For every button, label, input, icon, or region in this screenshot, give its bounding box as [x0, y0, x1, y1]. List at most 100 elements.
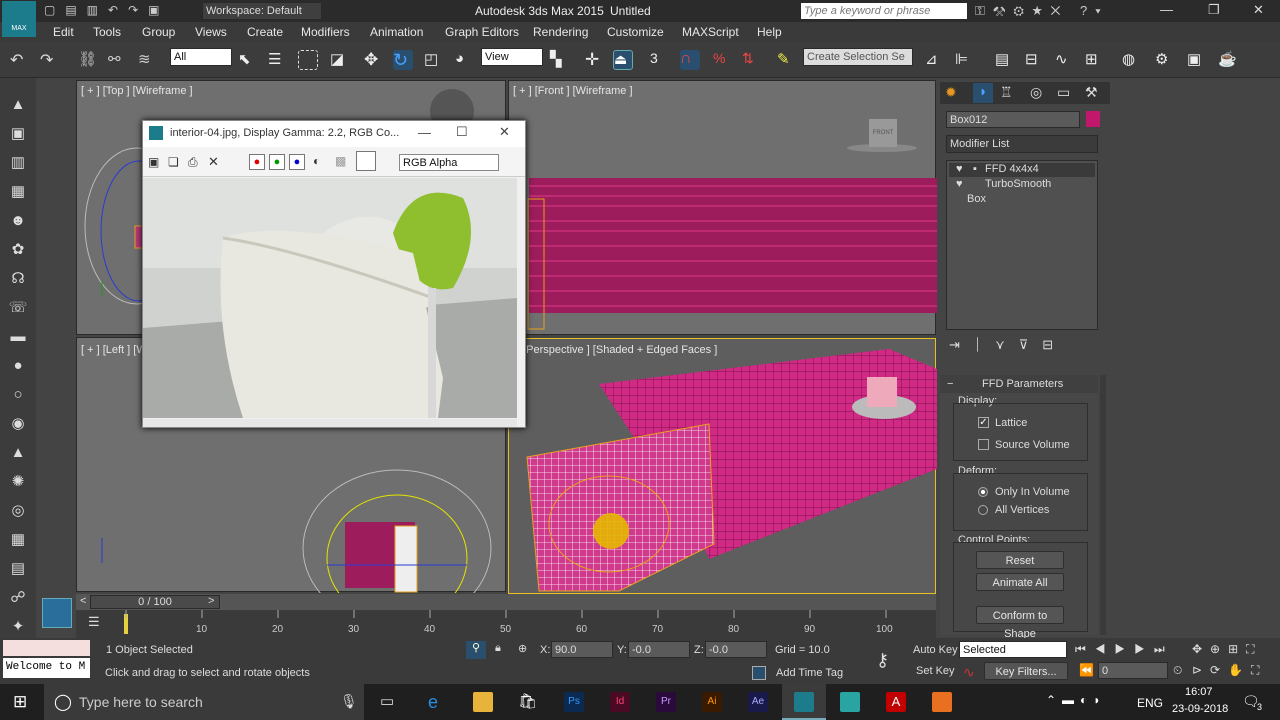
select-manipulate-icon[interactable]: ✛ — [585, 50, 605, 70]
select-by-name-icon[interactable]: ☰ — [268, 50, 288, 70]
menu-maxscript[interactable]: MAXScript — [682, 25, 739, 39]
modifier-stack[interactable]: ♥ ▪ FFD 4x4x4 ♥ TurboSmooth Box — [946, 160, 1098, 330]
lightbulb-icon[interactable]: ♥ — [956, 163, 963, 175]
key-icon[interactable]: ⚷ — [876, 650, 889, 671]
menu-group[interactable]: Group — [142, 25, 175, 39]
maxscript-listener[interactable]: Welcome to M — [3, 658, 90, 678]
spinner-snap-icon[interactable]: ⇅ — [742, 50, 762, 70]
print-icon[interactable]: ⎙ — [188, 155, 198, 170]
menu-views[interactable]: Views — [195, 25, 227, 39]
infocenter-icons[interactable]: ⚿⚒⚙★✕ ?▾ — [975, 3, 1109, 19]
window-crossing-icon[interactable]: ◪ — [330, 50, 350, 70]
bind-spacewarp-icon[interactable]: ≋ — [138, 50, 158, 70]
stack-control-icons[interactable]: ⇥⏐⋎⊽⊟ — [949, 337, 1099, 353]
menu-create[interactable]: Create — [247, 25, 283, 39]
save-image-icon[interactable]: ▣ — [148, 155, 159, 169]
clear-icon[interactable]: ✕ — [208, 154, 219, 170]
source-volume-checkbox[interactable] — [978, 439, 989, 450]
image-viewer-window[interactable]: interior-04.jpg, Display Gamma: 2.2, RGB… — [142, 120, 526, 428]
menu-edit[interactable]: Edit — [53, 25, 74, 39]
isolate-icon[interactable]: ⚲ — [466, 641, 486, 659]
z-coordinate-field[interactable]: -0.0 — [705, 641, 767, 658]
viewcube[interactable]: FRONT — [869, 119, 897, 147]
clone-icon[interactable]: ❏ — [168, 155, 179, 169]
absolute-mode-icon[interactable]: ⊕ — [518, 642, 527, 655]
time-slider[interactable]: < 0 / 100 > — [76, 594, 936, 610]
hierarchy-tab-icon[interactable]: ♖ — [1000, 84, 1013, 101]
viewport-front[interactable]: [ + ] [Front ] [Wireframe ] FRONT — [508, 80, 937, 335]
scene-explorer-icon[interactable]: ⊟ — [1025, 50, 1045, 70]
motion-tab-icon[interactable]: ◎ — [1030, 84, 1042, 101]
menu-customize[interactable]: Customize — [607, 25, 664, 39]
modify-tab-icon[interactable]: ◗ — [973, 83, 993, 103]
reset-button[interactable]: Reset — [976, 551, 1064, 569]
slider-prev-icon[interactable]: < — [80, 595, 86, 607]
object-name-field[interactable]: Box012 — [946, 111, 1080, 128]
utilities-tab-icon[interactable]: ⚒ — [1085, 84, 1098, 101]
command-panel-tabs[interactable]: ✹ ◗ ♖ ◎ ▭ ⚒ — [940, 82, 1110, 104]
clock-time[interactable]: 16:07 — [1185, 686, 1213, 698]
windows-start-icon[interactable]: ⊞ — [13, 692, 33, 712]
alpha-icon[interactable]: ◐ — [313, 154, 320, 168]
system-tray-icons[interactable]: ⌃▬◐◗ — [1046, 693, 1107, 707]
x-coordinate-field[interactable]: 90.0 — [551, 641, 613, 658]
material-editor-icon[interactable]: ◍ — [1122, 50, 1142, 70]
create-tab-icon[interactable]: ✹ — [945, 84, 957, 101]
current-frame-field[interactable]: 0 — [1098, 662, 1168, 679]
align-icon[interactable]: ⊫ — [955, 50, 975, 70]
3dsmax-icon[interactable] — [794, 692, 814, 712]
redo-icon[interactable]: ↷ — [40, 50, 60, 70]
animate-all-button[interactable]: Animate All — [976, 573, 1064, 591]
edge-icon[interactable]: e — [428, 692, 448, 712]
menu-graph-editors[interactable]: Graph Editors — [445, 25, 519, 39]
file-explorer-icon[interactable] — [473, 692, 493, 712]
collapse-icon[interactable]: − — [947, 378, 953, 390]
restore-button[interactable]: ❐ — [1208, 2, 1220, 18]
display-tab-icon[interactable]: ▭ — [1057, 84, 1070, 101]
image-close-button[interactable]: ✕ — [499, 124, 510, 140]
key-filters-button[interactable]: Key Filters... — [984, 662, 1068, 680]
modifier-list-dropdown[interactable]: Modifier List — [946, 135, 1098, 153]
menu-animation[interactable]: Animation — [370, 25, 423, 39]
angle-snap-icon[interactable]: ∩ — [680, 50, 700, 70]
lock-icon[interactable]: 🔒︎ — [495, 642, 501, 655]
track-bar-menu-icon[interactable]: ☰ — [88, 614, 100, 630]
keyboard-shortcut-icon[interactable]: ⏏ — [613, 50, 633, 70]
store-icon[interactable]: 🛍︎ — [518, 692, 538, 712]
microphone-icon[interactable]: 🎙︎ — [340, 693, 358, 710]
layer-icon[interactable]: ▤ — [995, 50, 1015, 70]
lattice-checkbox[interactable]: ✓ — [978, 417, 989, 428]
playback-controls[interactable]: ⏮◀▶▶⏭ — [1075, 642, 1174, 657]
link-icon[interactable]: ⛓ — [78, 50, 98, 70]
red-channel-icon[interactable]: ● — [249, 154, 265, 170]
place-icon[interactable]: ◕ — [455, 50, 475, 70]
set-key-button[interactable]: Set Key — [916, 665, 955, 677]
viewport-perspective[interactable]: ] [Perspective ] [Shaded + Edged Faces ] — [508, 338, 937, 594]
curve-icon[interactable]: ∿ — [963, 664, 975, 681]
search-input[interactable]: Type a keyword or phrase — [800, 2, 968, 20]
percent-snap-icon[interactable]: % — [713, 50, 733, 70]
undo-icon[interactable]: ↶ — [10, 50, 30, 70]
minimize-button[interactable]: — — [1160, 2, 1173, 17]
task-view-icon[interactable]: ▭ — [380, 692, 400, 712]
rendered-frame-icon[interactable]: ▣ — [1187, 50, 1207, 70]
schematic-icon[interactable]: ⊞ — [1085, 50, 1105, 70]
add-time-tag[interactable]: Add Time Tag — [776, 667, 843, 679]
blue-channel-icon[interactable]: ● — [289, 154, 305, 170]
selection-filter-dropdown[interactable]: All — [170, 48, 232, 66]
snap-toggle-icon[interactable]: 3 — [650, 50, 670, 70]
ref-coord-dropdown[interactable]: View — [481, 48, 543, 66]
slider-next-icon[interactable]: > — [208, 595, 214, 607]
nav-controls[interactable]: ✥⊕⊞⛶ — [1192, 642, 1263, 657]
clock-date[interactable]: 23-09-2018 — [1172, 703, 1228, 715]
rect-selection-icon[interactable] — [298, 50, 318, 70]
color-swatch[interactable] — [356, 151, 376, 171]
y-coordinate-field[interactable]: -0.0 — [628, 641, 690, 658]
illustrator-icon[interactable]: Ai — [702, 692, 722, 712]
time-tag-icon[interactable] — [752, 666, 766, 680]
all-vertices-radio[interactable] — [978, 505, 988, 515]
premiere-icon[interactable]: Pr — [656, 692, 676, 712]
3dsmax-alt-icon[interactable] — [840, 692, 860, 712]
render-setup-icon[interactable]: ⚙ — [1155, 50, 1175, 70]
acrobat-icon[interactable]: A — [886, 692, 906, 712]
